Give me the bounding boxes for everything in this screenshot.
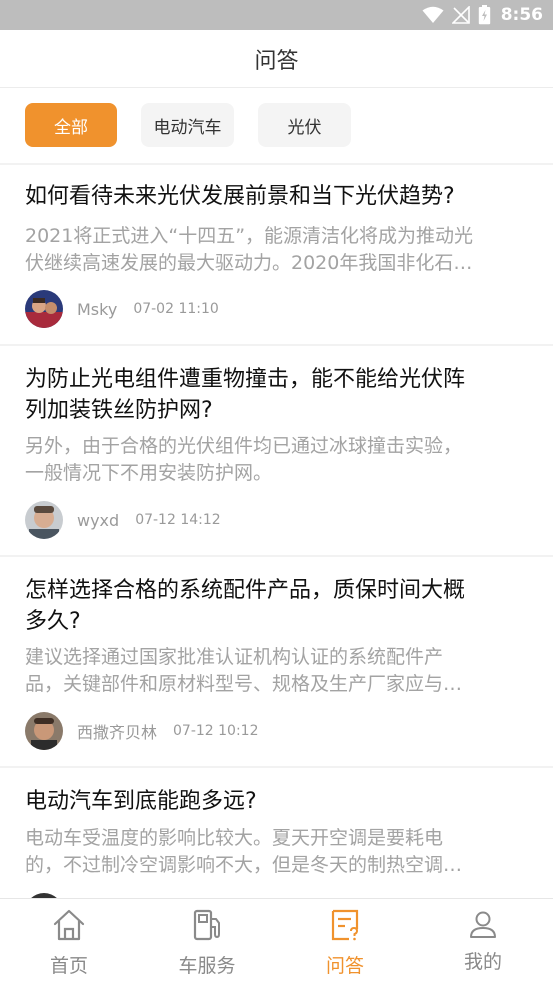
tab-mine[interactable]: 我的 bbox=[414, 899, 552, 983]
avatar bbox=[25, 290, 63, 328]
tab-label: 问答 bbox=[325, 955, 364, 977]
question-title: 电动汽车到底能跑多远? bbox=[25, 789, 257, 814]
question-title-line-1: 怎样选择合格的系统配件产品，质保时间大概 bbox=[25, 578, 466, 603]
tab-label: 首页 bbox=[49, 955, 88, 977]
filter-chip-all[interactable]: 全部 bbox=[25, 103, 117, 147]
question-desc-line-1: 2021将正式进入“十四五”，能源清洁化将成为推动光 bbox=[25, 225, 474, 247]
post-time: 07-12 10:12 bbox=[173, 723, 259, 739]
author-name: wyxd bbox=[77, 510, 120, 530]
question-desc-line-2: 品，关键部件和原材料型号、规格及生产厂家应与… bbox=[25, 673, 463, 695]
fuel-pump-icon bbox=[193, 909, 220, 941]
question-desc-line-1: 另外，由于合格的光伏组件均已通过冰球撞击实验， bbox=[25, 435, 463, 457]
question-card[interactable]: 如何看待未来光伏发展前景和当下光伏趋势? 2021将正式进入“十四五”，能源清洁… bbox=[0, 165, 553, 344]
question-title: 如何看待未来光伏发展前景和当下光伏趋势? bbox=[25, 184, 455, 209]
tab-car-service[interactable]: 车服务 bbox=[138, 899, 276, 983]
home-icon bbox=[53, 909, 85, 941]
post-time: 07-02 11:10 bbox=[133, 301, 219, 317]
filter-chip-photovoltaic[interactable]: 光伏 bbox=[258, 103, 351, 147]
question-meta: wyxd 07-12 14:12 bbox=[25, 500, 221, 540]
post-time: 07-12 14:12 bbox=[135, 512, 221, 528]
wifi-icon bbox=[422, 6, 444, 23]
tab-label: 我的 bbox=[463, 951, 502, 973]
author-name: 西撒齐贝林 bbox=[77, 723, 158, 742]
battery-icon bbox=[478, 5, 490, 25]
tab-home[interactable]: 首页 bbox=[0, 899, 138, 983]
question-meta: Msky 07-02 11:10 bbox=[25, 289, 219, 329]
tab-label: 车服务 bbox=[178, 955, 236, 977]
filter-chip-electric-car[interactable]: 电动汽车 bbox=[141, 103, 234, 147]
question-desc-line-2: 伏继续高速发展的最大驱动力。2020年我国非化石… bbox=[25, 252, 473, 274]
header: 问答 bbox=[0, 30, 553, 88]
question-card[interactable]: 电动汽车到底能跑多远? 电动车受温度的影响比较大。夏天开空调是要耗电 的，不过制… bbox=[0, 768, 553, 898]
bottom-tab-bar: 首页 车服务 问答 我的 bbox=[0, 898, 553, 983]
signal-icon bbox=[451, 6, 470, 24]
author-name: Msky bbox=[77, 299, 118, 319]
avatar bbox=[25, 501, 63, 539]
status-bar: 8:56 bbox=[0, 0, 553, 30]
tab-qa[interactable]: 问答 bbox=[276, 899, 414, 983]
question-desc-line-2: 一般情况下不用安装防护网。 bbox=[25, 462, 273, 484]
question-list: 如何看待未来光伏发展前景和当下光伏趋势? 2021将正式进入“十四五”，能源清洁… bbox=[0, 163, 553, 898]
question-title-line-1: 为防止光电组件遭重物撞击，能不能给光伏阵 bbox=[25, 367, 466, 392]
avatar bbox=[25, 712, 63, 750]
status-time: 8:56 bbox=[500, 5, 543, 25]
question-card[interactable]: 为防止光电组件遭重物撞击，能不能给光伏阵 列加装铁丝防护网? 另外，由于合格的光… bbox=[0, 346, 553, 555]
question-card[interactable]: 怎样选择合格的系统配件产品，质保时间大概 多久? 建议选择通过国家批准认证机构认… bbox=[0, 557, 553, 766]
status-icons: 8:56 bbox=[422, 4, 543, 26]
question-meta: 西撒齐贝林 07-12 10:12 bbox=[25, 711, 259, 751]
question-title-line-2: 多久? bbox=[25, 609, 81, 634]
question-desc-line-1: 建议选择通过国家批准认证机构认证的系统配件产 bbox=[25, 646, 444, 668]
question-desc-line-2: 的，不过制冷空调影响不大，但是冬天的制热空调… bbox=[25, 854, 463, 876]
user-icon bbox=[470, 911, 496, 938]
question-desc-line-1: 电动车受温度的影响比较大。夏天开空调是要耗电 bbox=[25, 827, 444, 849]
question-title-line-2: 列加装铁丝防护网? bbox=[25, 398, 213, 423]
filter-bar: 全部 电动汽车 光伏 bbox=[0, 88, 553, 163]
page-title: 问答 bbox=[254, 48, 299, 74]
qa-document-icon bbox=[331, 909, 359, 941]
